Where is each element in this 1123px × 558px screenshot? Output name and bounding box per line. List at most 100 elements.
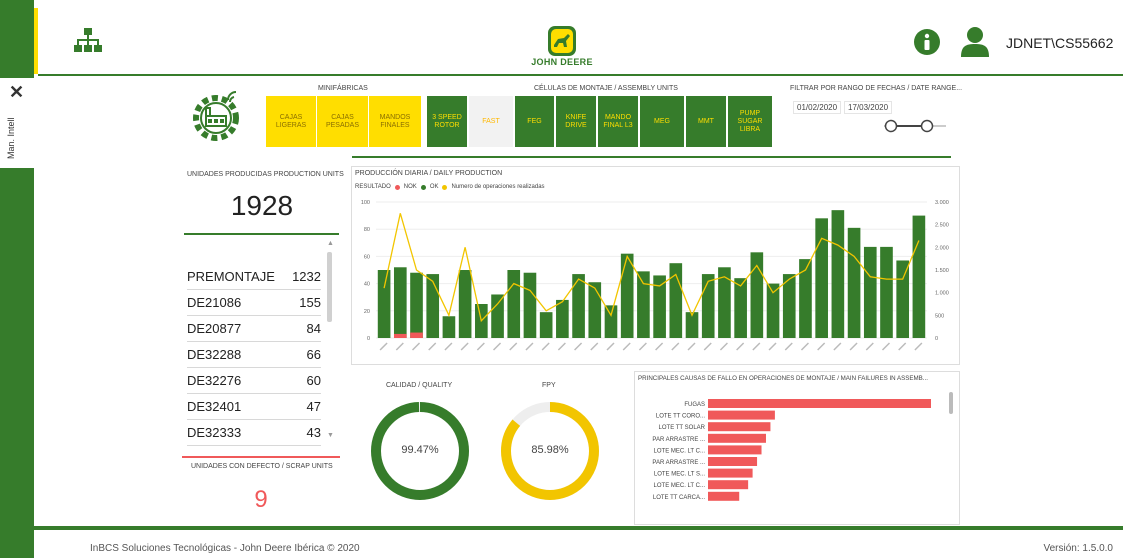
bar-ok: [377, 270, 391, 338]
table-row[interactable]: DE32333 43: [187, 419, 321, 446]
tile-mmt[interactable]: MMT: [686, 96, 726, 147]
bar-ok: [701, 274, 715, 338]
legend-nok-label: NOK: [403, 184, 417, 190]
slider-handle-start: [884, 119, 898, 133]
row-value: 47: [306, 398, 321, 414]
close-icon[interactable]: ✕: [9, 82, 24, 103]
bar-ok: [863, 246, 877, 338]
table-row[interactable]: DE32288 66: [187, 341, 321, 368]
tile-knife-drive[interactable]: KNIFE DRIVE: [556, 96, 596, 147]
y2-tick-label: 2.000: [935, 245, 949, 251]
legend-ops-swatch: [442, 184, 448, 190]
failure-bar: [708, 491, 740, 501]
info-icon[interactable]: [913, 28, 941, 56]
table-scrollbar[interactable]: [327, 252, 332, 322]
y2-tick-label: 0: [935, 336, 938, 342]
table-row[interactable]: PREMONTAJE 1232: [187, 263, 321, 290]
header-divider: [38, 74, 1123, 76]
x-tick-mark: [541, 342, 550, 351]
scrap-title: UNIDADES CON DEFECTO / SCRAP UNITS: [191, 463, 333, 470]
y-tick-label: 80: [364, 227, 370, 233]
bar-ok: [880, 246, 893, 338]
bar-ok: [847, 227, 861, 338]
row-name: DE32288: [187, 346, 242, 362]
row-name: DE20877: [187, 320, 242, 336]
tile-cajas-ligeras[interactable]: CAJAS LIGERAS: [266, 96, 316, 147]
x-tick-mark: [784, 342, 793, 351]
failures-scrollbar[interactable]: [949, 392, 953, 414]
x-tick-mark: [557, 342, 566, 351]
legend-ops-label: Numero de operaciones realizadas: [451, 184, 545, 190]
user-icon[interactable]: [960, 26, 990, 58]
bar-ok: [896, 260, 910, 338]
x-tick-mark: [671, 342, 680, 351]
tile-3-speed-rotor[interactable]: 3 SPEED ROTOR: [427, 96, 467, 147]
bar-ok: [637, 271, 650, 338]
factory-icon: [193, 91, 239, 141]
bar-ok: [442, 316, 456, 338]
bar-ok: [458, 270, 472, 338]
row-value: 84: [306, 320, 321, 336]
y2-tick-label: 3.000: [935, 200, 949, 206]
failures-title: PRINCIPALES CAUSAS DE FALLO EN OPERACION…: [638, 375, 928, 382]
failure-label: LOTE TT SOLAR: [659, 425, 706, 431]
bar-ok: [556, 299, 569, 338]
tile-feg[interactable]: FEG: [515, 96, 554, 147]
row-name: PREMONTAJE: [187, 268, 275, 284]
tile-mandos-finales[interactable]: MANDOS FINALES: [369, 96, 421, 147]
failure-label: LOTE TT CARCA...: [653, 495, 705, 501]
x-tick-mark: [428, 342, 437, 351]
bar-ok: [912, 215, 926, 338]
table-row[interactable]: DE20877 84: [187, 315, 321, 342]
bar-nok: [393, 333, 407, 338]
tile-mando-final-l3[interactable]: MANDO FINAL L3: [598, 96, 638, 147]
date-from-input[interactable]: 01/02/2020: [793, 101, 842, 114]
row-value: 1232: [292, 268, 321, 284]
sidebar-accent: [34, 8, 38, 74]
bar-ok: [588, 282, 602, 338]
failure-bar: [708, 480, 749, 490]
tile-pump-sugar-libra[interactable]: PUMP SUGAR LIBRA: [728, 96, 772, 147]
table-row[interactable]: DE21086 155: [187, 289, 321, 316]
network-icon[interactable]: [73, 26, 103, 56]
table-row[interactable]: DE32401 47: [187, 393, 321, 420]
row-value: 60: [306, 372, 321, 388]
y-tick-label: 0: [367, 336, 370, 342]
footer-divider: [34, 526, 1123, 530]
failure-label: PAR ARRASTRE ...: [652, 437, 705, 443]
tile-meg[interactable]: MEG: [640, 96, 684, 147]
failure-bar: [708, 433, 766, 443]
units-title: UNIDADES PRODUCIDAS PRODUCTION UNITS: [187, 171, 344, 178]
tile-cajas-pesadas[interactable]: CAJAS PESADAS: [317, 96, 368, 147]
user-name[interactable]: JDNET\CS55662: [1006, 35, 1113, 51]
y-tick-label: 100: [361, 200, 370, 206]
range-slider[interactable]: [880, 116, 950, 136]
footer-version: Versión: 1.5.0.0: [1043, 543, 1114, 554]
date-to-input[interactable]: 17/03/2020: [844, 101, 893, 114]
bar-ok: [620, 253, 634, 338]
side-panel-label[interactable]: Man. Intell: [6, 112, 28, 164]
bar-nok: [410, 332, 423, 338]
x-tick-mark: [768, 342, 777, 351]
celulas-title: CÉLULAS DE MONTAJE / ASSEMBLY UNITS: [534, 85, 678, 92]
scroll-down-icon[interactable]: ▼: [327, 432, 334, 439]
brand-name: JOHN DEERE: [531, 57, 593, 67]
bar-ok: [815, 218, 828, 338]
legend-title: RESULTADO: [355, 184, 391, 190]
y-tick-label: 20: [364, 309, 370, 315]
y2-tick-label: 1.500: [935, 268, 949, 274]
x-tick-mark: [719, 342, 728, 351]
table-row[interactable]: DE32276 60: [187, 367, 321, 394]
x-tick-mark: [914, 342, 923, 351]
x-tick-mark: [622, 342, 631, 351]
y2-tick-label: 2.500: [935, 223, 949, 229]
bar-ok: [539, 312, 553, 338]
row-value: 155: [299, 294, 321, 310]
x-tick-mark: [590, 342, 599, 351]
x-tick-mark: [817, 342, 826, 351]
tile-fast[interactable]: FAST: [469, 96, 513, 147]
bar-ok: [604, 305, 618, 338]
x-tick-mark: [849, 342, 858, 351]
scroll-up-icon[interactable]: ▲: [327, 240, 334, 247]
legend-nok-swatch: [394, 184, 400, 190]
